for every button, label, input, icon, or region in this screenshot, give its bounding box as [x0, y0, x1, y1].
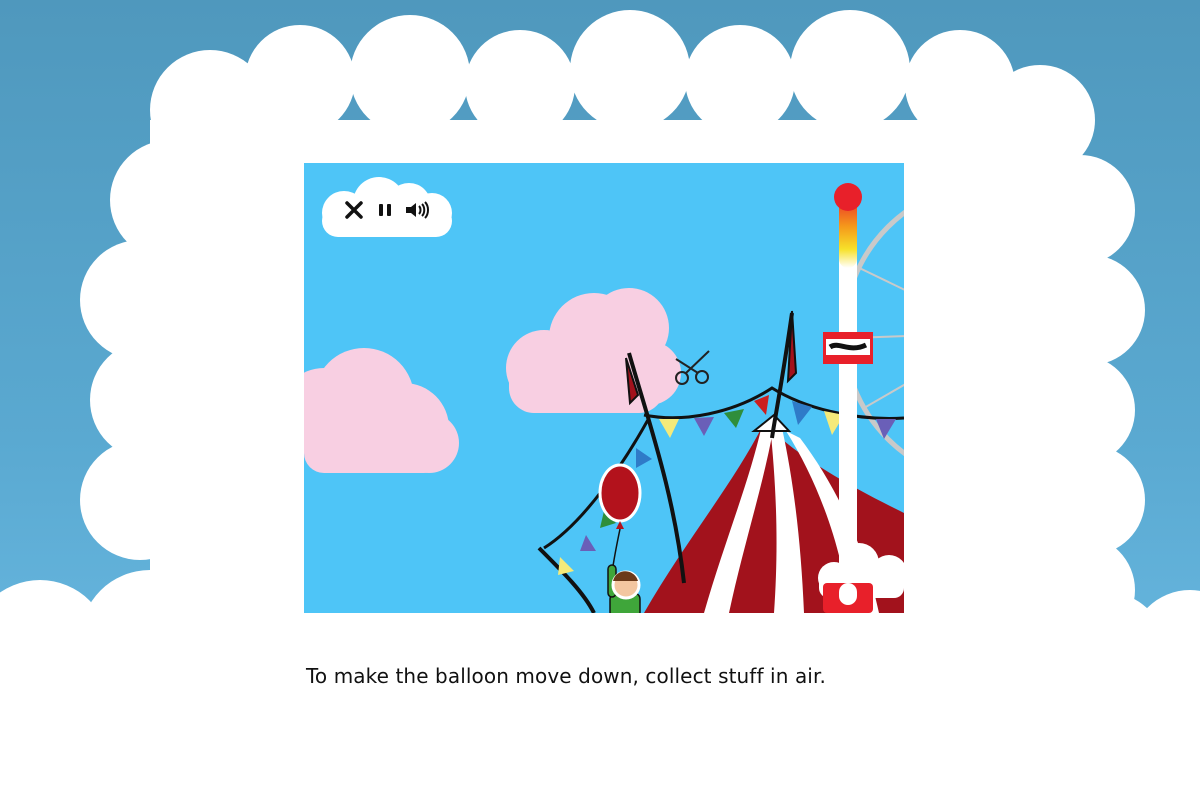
- pink-cloud-center: [506, 288, 681, 413]
- speaker-icon: [406, 201, 429, 219]
- player-kid: [607, 564, 641, 613]
- sound-button[interactable]: [404, 197, 430, 223]
- instruction-caption: To make the balloon move down, collect s…: [306, 664, 826, 688]
- game-scene: [304, 177, 904, 613]
- scissors-collectible: [675, 350, 710, 385]
- close-button[interactable]: [341, 197, 367, 223]
- pause-button[interactable]: [372, 197, 398, 223]
- pink-cloud-left: [304, 348, 459, 473]
- close-icon: [345, 201, 363, 219]
- pause-icon: [379, 204, 391, 216]
- game-viewport[interactable]: [304, 163, 904, 613]
